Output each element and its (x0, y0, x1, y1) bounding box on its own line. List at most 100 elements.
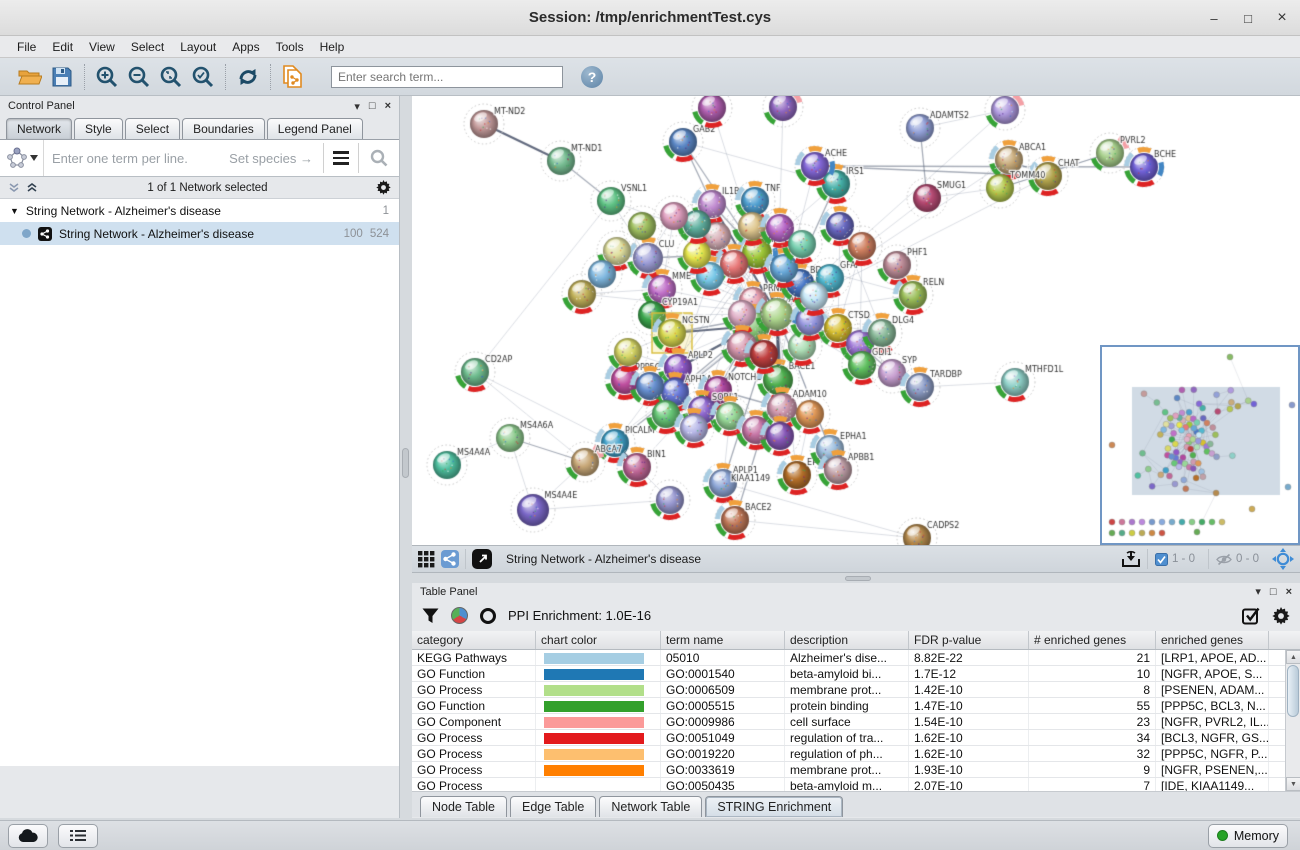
table-row[interactable]: GO Function GO:0001540 beta-amyloid bi..… (412, 666, 1300, 682)
minimize-button[interactable]: – (1206, 11, 1222, 26)
collapse-all-icon[interactable] (8, 182, 21, 194)
scrollbar-thumb[interactable] (1287, 665, 1299, 717)
share-view-icon[interactable] (441, 550, 459, 568)
set-species-label[interactable]: Set species → (229, 151, 323, 166)
filter-funnel-icon[interactable] (422, 608, 439, 624)
network-canvas-view[interactable] (412, 96, 1300, 545)
cell-term-name: GO:0001540 (661, 666, 785, 681)
selected-counts-text: 1 - 0 (1172, 553, 1195, 565)
table-tab[interactable]: Edge Table (510, 796, 596, 817)
table-row[interactable]: GO Function GO:0005515 protein binding 1… (412, 698, 1300, 714)
control-panel-tab[interactable]: Style (74, 118, 123, 139)
cell-category: KEGG Pathways (412, 650, 536, 665)
string-search-button[interactable] (359, 149, 399, 167)
draw-charts-icon[interactable] (451, 607, 468, 624)
enrichment-table: categorychart colorterm namedescriptionF… (412, 631, 1300, 791)
scroll-down-arrow[interactable]: ▼ (1286, 777, 1300, 791)
task-history-button[interactable] (58, 824, 98, 848)
detach-view-icon[interactable] (472, 549, 492, 569)
control-panel-tab[interactable]: Boundaries (182, 118, 265, 139)
menu-item[interactable]: Edit (45, 38, 80, 56)
grid-view-icon[interactable] (418, 551, 435, 568)
column-header[interactable]: chart color (536, 631, 661, 649)
help-button[interactable]: ? (581, 66, 603, 88)
table-tab[interactable]: Node Table (420, 796, 507, 817)
birdseye-view-panel[interactable] (1100, 345, 1300, 545)
zoom-selected-button[interactable] (190, 64, 216, 90)
maximize-button[interactable]: □ (1240, 11, 1256, 26)
table-row[interactable]: GO Component GO:0009986 cell surface 1.5… (412, 714, 1300, 730)
column-header[interactable]: description (785, 631, 909, 649)
column-header[interactable]: term name (661, 631, 785, 649)
settings-gear-icon[interactable] (1272, 607, 1290, 625)
gear-icon[interactable] (376, 180, 391, 195)
expand-all-icon[interactable] (26, 182, 39, 194)
chart-color-swatch (544, 765, 644, 776)
column-header[interactable]: # enriched genes (1029, 631, 1156, 649)
menu-item[interactable]: File (10, 38, 43, 56)
panel-close-icon[interactable]: × (385, 100, 391, 112)
menu-item[interactable]: Tools (269, 38, 311, 56)
network-row[interactable]: String Network - Alzheimer's disease 100… (0, 222, 399, 245)
panel-menu-icon[interactable]: ▾ (1255, 585, 1261, 598)
control-panel-tab[interactable]: Legend Panel (267, 118, 363, 139)
close-button[interactable]: × (1274, 9, 1290, 27)
current-network-dot (22, 229, 31, 238)
cell-description: beta-amyloid m... (785, 778, 909, 791)
splitter-handle[interactable] (402, 448, 409, 478)
table-tab[interactable]: Network Table (599, 796, 702, 817)
network-from-file-button[interactable] (280, 64, 306, 90)
pan-compass-icon[interactable] (1272, 548, 1294, 570)
export-network-icon[interactable] (1121, 550, 1141, 569)
menu-item[interactable]: Help (313, 38, 352, 56)
select-rows-checkbox-icon[interactable] (1242, 607, 1260, 625)
network-collection-row[interactable]: ▼ String Network - Alzheimer's disease 1 (0, 199, 399, 222)
zoom-out-button[interactable] (126, 64, 152, 90)
string-search-source-selector[interactable] (0, 140, 44, 176)
table-row[interactable]: GO Process GO:0019220 regulation of ph..… (412, 746, 1300, 762)
menu-item[interactable]: Layout (173, 38, 223, 56)
panel-float-icon[interactable]: □ (1270, 586, 1277, 598)
menu-item[interactable]: Apps (225, 38, 266, 56)
control-panel-title: Control Panel (8, 100, 75, 112)
enrichment-table-body: KEGG Pathways 05010 Alzheimer's dise... … (412, 650, 1300, 791)
column-header[interactable]: category (412, 631, 536, 649)
table-row[interactable]: GO Process GO:0006509 membrane prot... 1… (412, 682, 1300, 698)
reset-charts-icon[interactable] (480, 608, 496, 624)
memory-button[interactable]: Memory (1208, 824, 1288, 848)
window-controls: – □ × (1206, 0, 1290, 36)
zoom-fit-button[interactable] (158, 64, 184, 90)
column-header[interactable]: enriched genes (1156, 631, 1269, 649)
menu-item[interactable]: Select (124, 38, 171, 56)
cloud-status-button[interactable] (8, 824, 48, 848)
zoom-in-button[interactable] (94, 64, 120, 90)
table-row[interactable]: GO Process GO:0051049 regulation of tra.… (412, 730, 1300, 746)
title-bar[interactable]: Session: /tmp/enrichmentTest.cys – □ × (0, 0, 1300, 36)
scroll-up-arrow[interactable]: ▲ (1286, 650, 1300, 664)
collection-expand-arrow[interactable]: ▼ (10, 206, 19, 216)
search-input[interactable] (331, 66, 563, 88)
splitter-handle[interactable] (845, 576, 871, 581)
table-scrollbar[interactable]: ▲ ▼ (1285, 650, 1300, 791)
menu-item[interactable]: View (82, 38, 122, 56)
control-panel-tab[interactable]: Select (125, 118, 180, 139)
chart-color-swatch (544, 701, 644, 712)
cell-genes: [NGFR, PSENEN,... (1156, 762, 1269, 777)
column-header[interactable]: FDR p-value (909, 631, 1029, 649)
table-row[interactable]: GO Process GO:0050435 beta-amyloid m... … (412, 778, 1300, 791)
table-panel-header: Table Panel ▾ □ × (412, 583, 1300, 600)
string-options-menu-icon[interactable] (324, 151, 358, 165)
panel-float-icon[interactable]: □ (369, 100, 376, 112)
table-row[interactable]: GO Process GO:0033619 membrane prot... 1… (412, 762, 1300, 778)
table-row[interactable]: KEGG Pathways 05010 Alzheimer's dise... … (412, 650, 1300, 666)
table-tab[interactable]: STRING Enrichment (705, 796, 843, 817)
refresh-button[interactable] (235, 64, 261, 90)
birdseye-canvas[interactable] (1102, 347, 1298, 543)
open-session-button[interactable] (17, 64, 43, 90)
string-terms-input[interactable]: Enter one term per line. (44, 151, 229, 166)
panel-close-icon[interactable]: × (1286, 586, 1292, 598)
cell-category: GO Process (412, 730, 536, 745)
panel-menu-icon[interactable]: ▾ (354, 100, 360, 113)
save-session-button[interactable] (49, 64, 75, 90)
control-panel-tab[interactable]: Network (6, 118, 72, 139)
